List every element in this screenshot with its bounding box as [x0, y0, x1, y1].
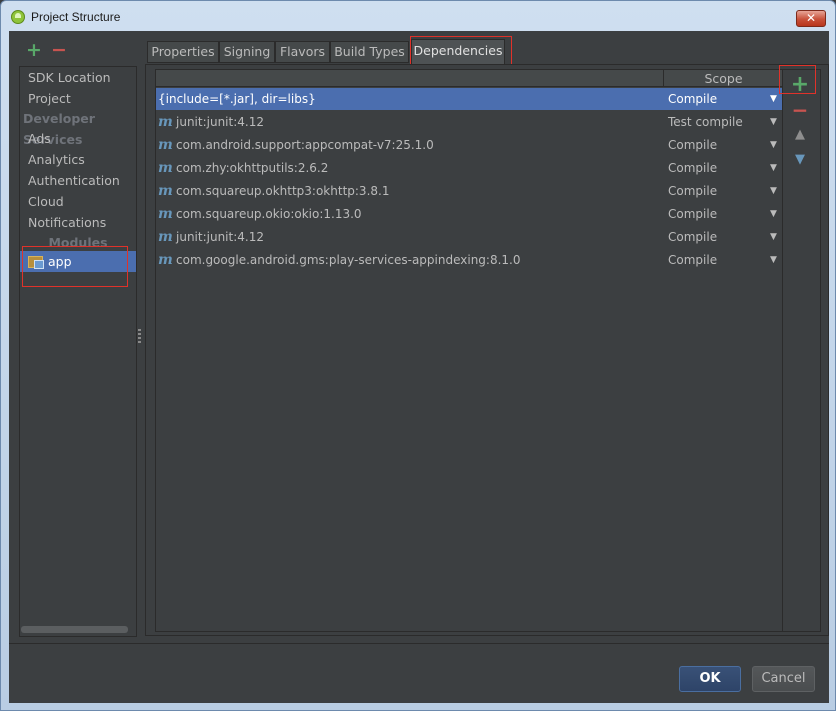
table-row[interactable]: m junit:junit:4.12 Test compile ▼: [156, 111, 782, 133]
sidebar: SDK Location Project Developer Services …: [19, 66, 137, 637]
chevron-down-icon[interactable]: ▼: [770, 111, 777, 133]
maven-icon: m: [158, 160, 173, 176]
chevron-down-icon[interactable]: ▼: [770, 226, 777, 248]
tab-flavors[interactable]: Flavors: [275, 41, 330, 63]
table-row[interactable]: m com.zhy:okhttputils:2.6.2 Compile ▼: [156, 157, 782, 179]
tab-strip: Properties Signing Flavors Build Types D…: [147, 39, 829, 65]
chevron-down-icon[interactable]: ▼: [770, 157, 777, 179]
sidebar-item-cloud[interactable]: Cloud: [20, 191, 136, 212]
dependency-name: com.android.support:appcompat-v7:25.1.0: [176, 138, 434, 152]
dependency-scope[interactable]: Compile: [668, 249, 717, 271]
column-header-scope[interactable]: Scope: [665, 70, 782, 87]
window-title: Project Structure: [31, 10, 121, 24]
sidebar-item-project[interactable]: Project: [20, 88, 136, 109]
chevron-down-icon[interactable]: ▼: [770, 88, 777, 110]
remove-dependency-button[interactable]: −: [788, 99, 812, 121]
close-button[interactable]: ✕: [796, 10, 826, 27]
table-header: Scope: [156, 70, 782, 87]
chevron-down-icon[interactable]: ▼: [770, 134, 777, 156]
dependency-name: junit:junit:4.12: [176, 115, 264, 129]
sidebar-item-sdk-location[interactable]: SDK Location: [20, 67, 136, 88]
window-frame: Project Structure ✕ + − SDK Location Pro…: [0, 0, 836, 711]
column-header-name[interactable]: [156, 70, 664, 87]
module-icon: [28, 256, 44, 269]
sidebar-item-app[interactable]: app: [20, 251, 136, 272]
sidebar-item-analytics[interactable]: Analytics: [20, 149, 136, 170]
divider: [9, 643, 829, 644]
dependency-scope[interactable]: Compile: [668, 203, 717, 225]
maven-icon: m: [158, 114, 173, 130]
tab-dependencies[interactable]: Dependencies: [411, 39, 505, 65]
developer-services-header: Developer Services: [23, 111, 95, 147]
modules-header: Modules: [48, 235, 108, 250]
dependency-scope[interactable]: Compile: [668, 180, 717, 202]
move-up-icon[interactable]: ▲: [788, 124, 812, 146]
module-label: app: [48, 254, 72, 269]
title-bar: Project Structure ✕: [1, 1, 835, 31]
dependency-name: com.zhy:okhttputils:2.6.2: [176, 161, 329, 175]
add-dependency-button[interactable]: +: [788, 74, 812, 96]
add-module-button[interactable]: +: [26, 39, 42, 61]
dependencies-toolbar: + − ▲ ▼: [783, 69, 821, 632]
cancel-button[interactable]: Cancel: [752, 666, 815, 692]
remove-module-button[interactable]: −: [51, 39, 67, 61]
chevron-down-icon[interactable]: ▼: [770, 203, 777, 225]
dialog-body: + − SDK Location Project Developer Servi…: [9, 31, 829, 703]
table-row[interactable]: m com.google.android.gms:play-services-ap…: [156, 249, 782, 271]
sidebar-scrollbar[interactable]: [21, 626, 128, 633]
maven-icon: m: [158, 183, 173, 199]
table-row[interactable]: m com.squareup.okhttp3:okhttp:3.8.1 Compi…: [156, 180, 782, 202]
table-row[interactable]: {include=[*.jar], dir=libs} Compile ▼: [156, 88, 782, 110]
sidebar-item-ads[interactable]: Ads: [20, 128, 136, 149]
dependency-name: com.squareup.okio:okio:1.13.0: [176, 207, 362, 221]
maven-icon: m: [158, 252, 173, 268]
dependency-name: com.google.android.gms:play-services-app…: [176, 253, 521, 267]
splitter-handle[interactable]: [138, 329, 141, 343]
dependencies-panel: Scope {include=[*.jar], dir=libs} Compil…: [145, 64, 829, 636]
dependency-scope[interactable]: Compile: [668, 134, 717, 156]
sidebar-item-notifications[interactable]: Notifications: [20, 212, 136, 233]
maven-icon: m: [158, 229, 173, 245]
left-toolbar: + −: [9, 39, 139, 63]
chevron-down-icon[interactable]: ▼: [770, 249, 777, 271]
chevron-down-icon[interactable]: ▼: [770, 180, 777, 202]
dependency-scope[interactable]: Compile: [668, 226, 717, 248]
table-row[interactable]: m com.android.support:appcompat-v7:25.1.0…: [156, 134, 782, 156]
tab-build-types[interactable]: Build Types: [330, 41, 409, 63]
move-down-icon[interactable]: ▼: [788, 149, 812, 171]
table-row[interactable]: m junit:junit:4.12 Compile ▼: [156, 226, 782, 248]
maven-icon: m: [158, 206, 173, 222]
dependency-name: junit:junit:4.12: [176, 230, 264, 244]
ok-button[interactable]: OK: [679, 666, 741, 692]
tab-signing[interactable]: Signing: [219, 41, 275, 63]
table-row[interactable]: m com.squareup.okio:okio:1.13.0 Compile ▼: [156, 203, 782, 225]
dependency-name: {include=[*.jar], dir=libs}: [158, 92, 316, 106]
dependencies-table: Scope {include=[*.jar], dir=libs} Compil…: [155, 69, 783, 632]
maven-icon: m: [158, 137, 173, 153]
dependency-scope[interactable]: Test compile: [668, 111, 743, 133]
android-studio-icon: [11, 10, 25, 24]
sidebar-item-authentication[interactable]: Authentication: [20, 170, 136, 191]
dependency-name: com.squareup.okhttp3:okhttp:3.8.1: [176, 184, 390, 198]
dependency-scope[interactable]: Compile: [668, 157, 717, 179]
dependency-scope[interactable]: Compile: [668, 88, 717, 110]
tab-properties[interactable]: Properties: [147, 41, 219, 63]
